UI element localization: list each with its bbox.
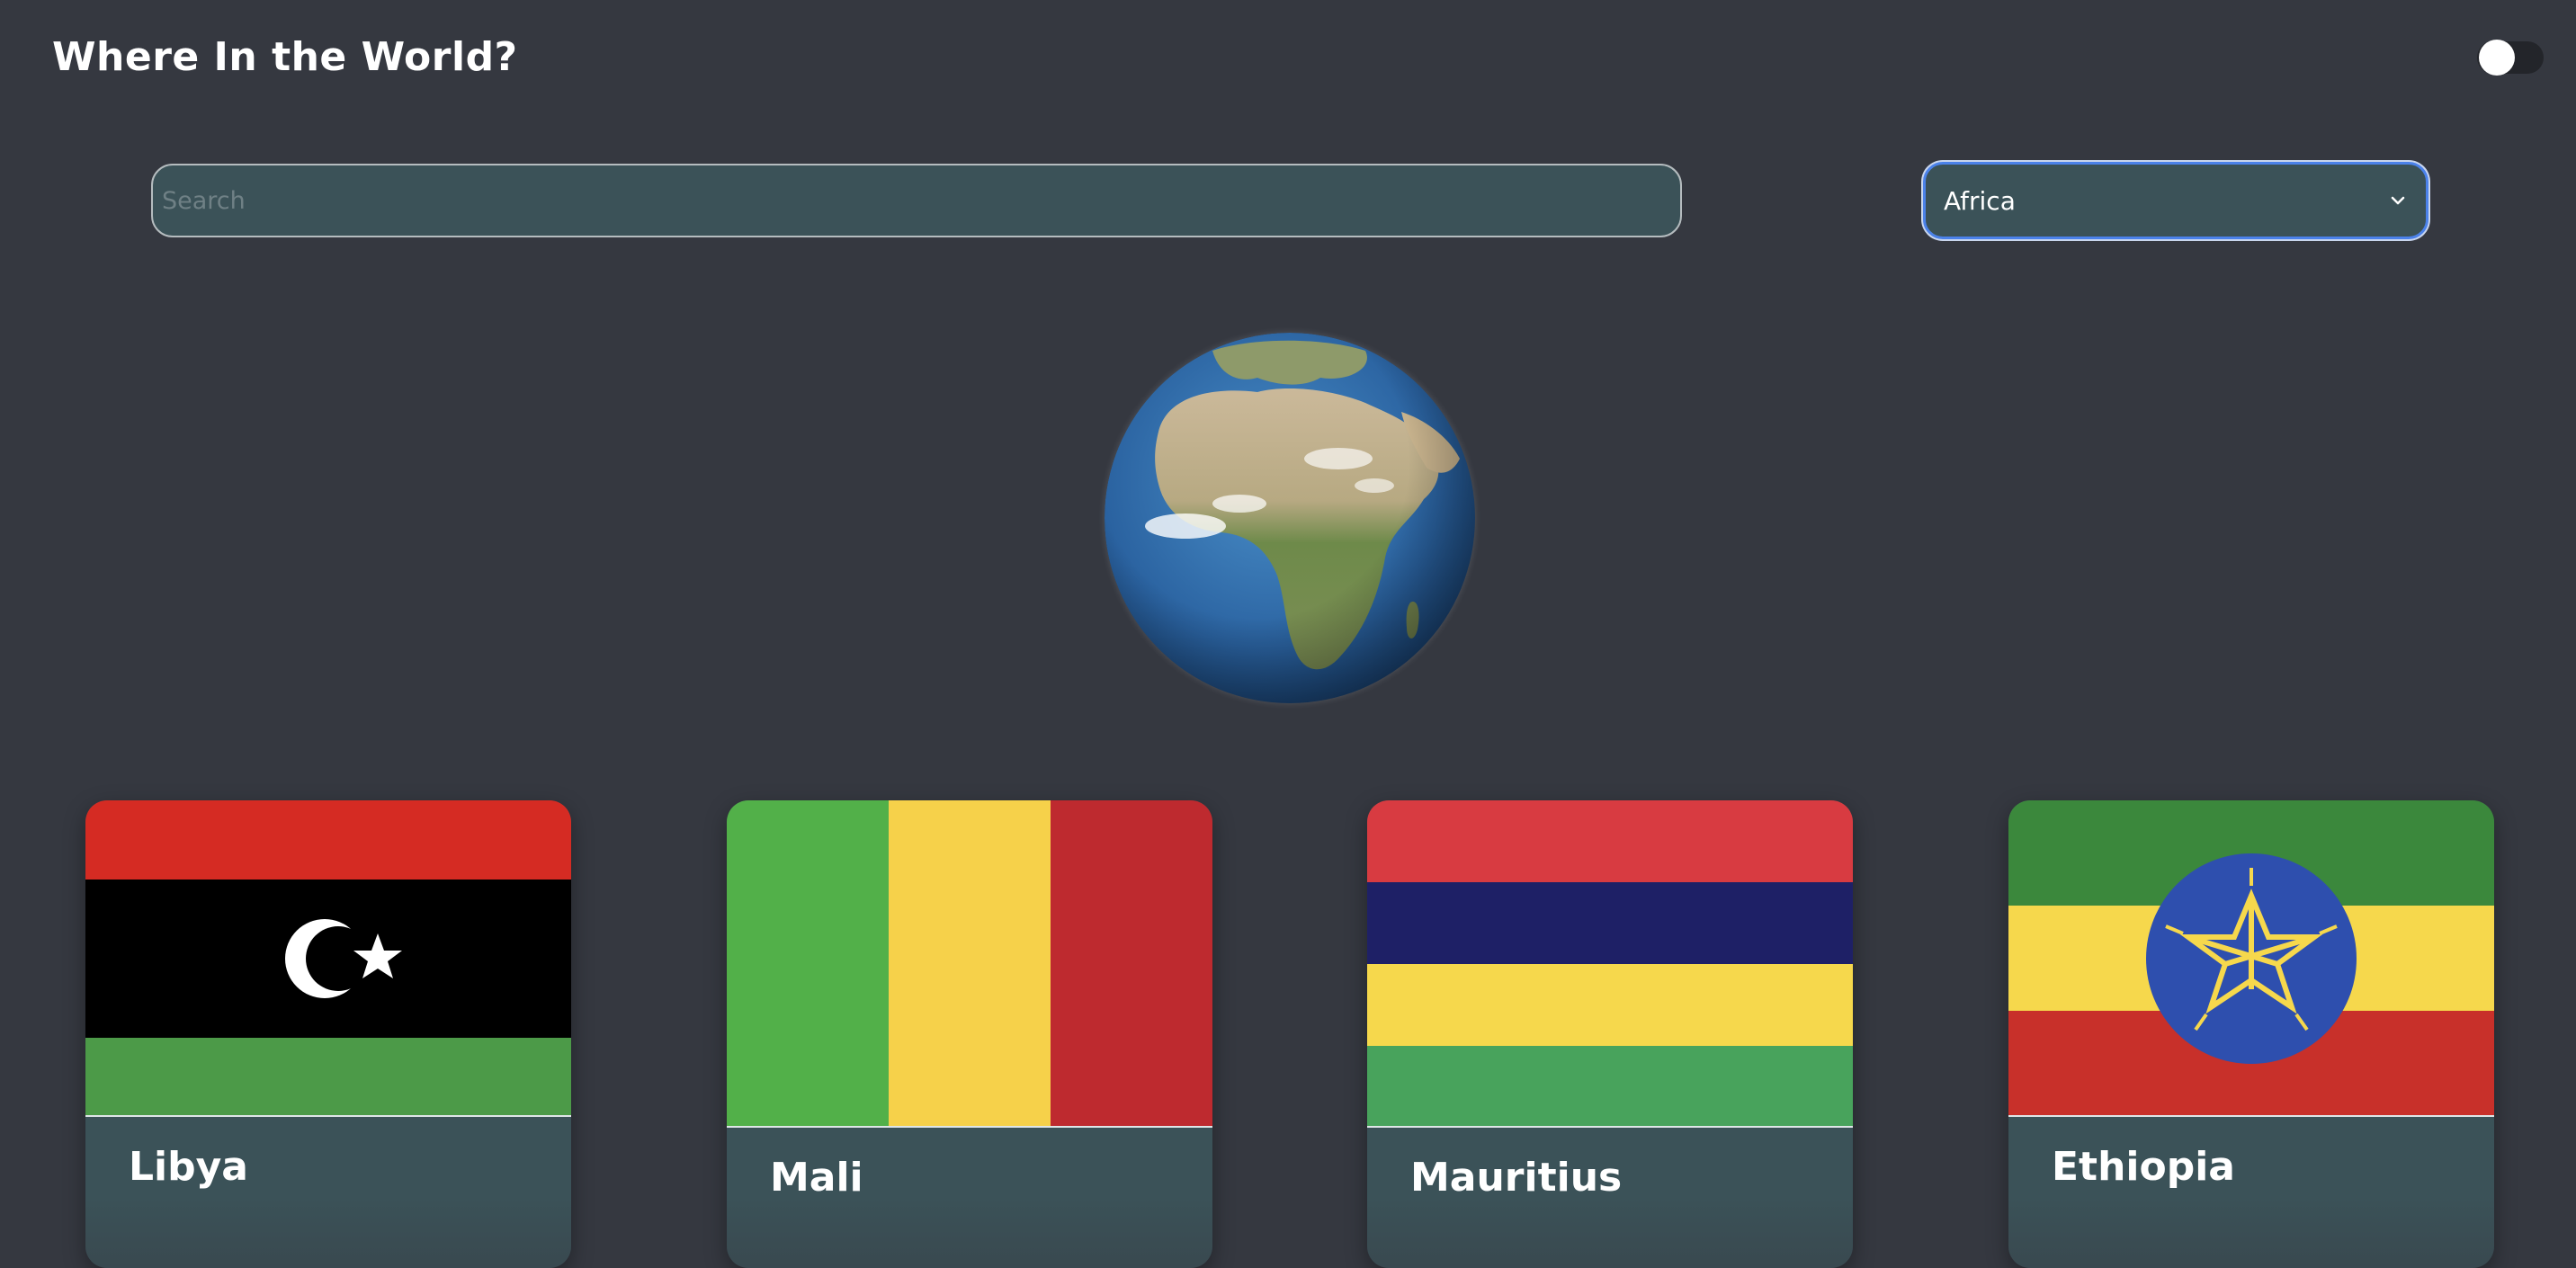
flag-image-libya: [85, 800, 571, 1117]
chevron-down-icon: [2391, 196, 2405, 205]
country-card-ethiopia[interactable]: Ethiopia: [2008, 800, 2494, 1268]
region-select-value: Africa: [1944, 185, 2016, 216]
flag-image-ethiopia: [2008, 800, 2494, 1117]
country-card-mauritius[interactable]: Mauritius: [1367, 800, 1853, 1268]
globe-image: [1105, 333, 1475, 703]
flag-image-mauritius: [1367, 800, 1853, 1128]
region-select[interactable]: Africa: [1923, 162, 2428, 239]
country-card-libya[interactable]: Libya: [85, 800, 571, 1268]
toggle-knob: [2479, 40, 2515, 76]
country-name: Libya: [129, 1144, 248, 1190]
page-title: Where In the World?: [52, 34, 518, 80]
country-card-mali[interactable]: Mali: [727, 800, 1212, 1268]
country-name: Ethiopia: [2052, 1144, 2235, 1190]
flag-image-mali: [727, 800, 1212, 1128]
theme-toggle[interactable]: [2477, 40, 2544, 76]
search-input[interactable]: [151, 164, 1682, 237]
